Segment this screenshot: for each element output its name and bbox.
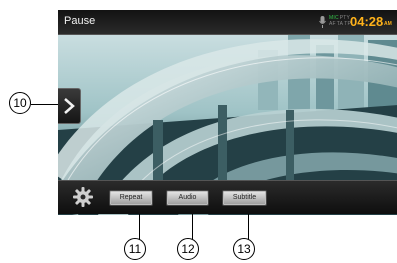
clock-ampm: AM xyxy=(384,21,392,27)
mic-icon xyxy=(319,16,326,28)
callout-line-13 xyxy=(248,214,249,239)
callout-13: 13 xyxy=(233,238,255,260)
gear-icon[interactable] xyxy=(72,186,94,208)
status-bar: Pause MICPTY AFTATP 04:28 AM xyxy=(58,10,397,35)
indicator-ta: TA xyxy=(336,21,344,27)
subtitle-button[interactable]: Subtitle xyxy=(222,190,267,206)
indicator-af: AF xyxy=(329,21,336,27)
callout-12: 12 xyxy=(177,238,199,260)
bottom-control-bar: Repeat Audio Subtitle xyxy=(58,180,397,214)
clock-time: 04:28 xyxy=(350,14,384,29)
callout-line-12 xyxy=(192,214,193,239)
callout-11: 11 xyxy=(124,238,146,260)
callout-line-11 xyxy=(139,214,140,239)
repeat-button[interactable]: Repeat xyxy=(109,190,153,206)
playback-status: Pause xyxy=(64,15,96,27)
audio-button[interactable]: Audio xyxy=(166,190,209,206)
callout-10: 10 xyxy=(9,92,31,114)
chevron-right-icon xyxy=(64,98,75,114)
radio-indicators: MICPTY AFTATP xyxy=(329,15,352,27)
next-button[interactable] xyxy=(58,88,81,124)
callout-line-10 xyxy=(31,104,58,105)
